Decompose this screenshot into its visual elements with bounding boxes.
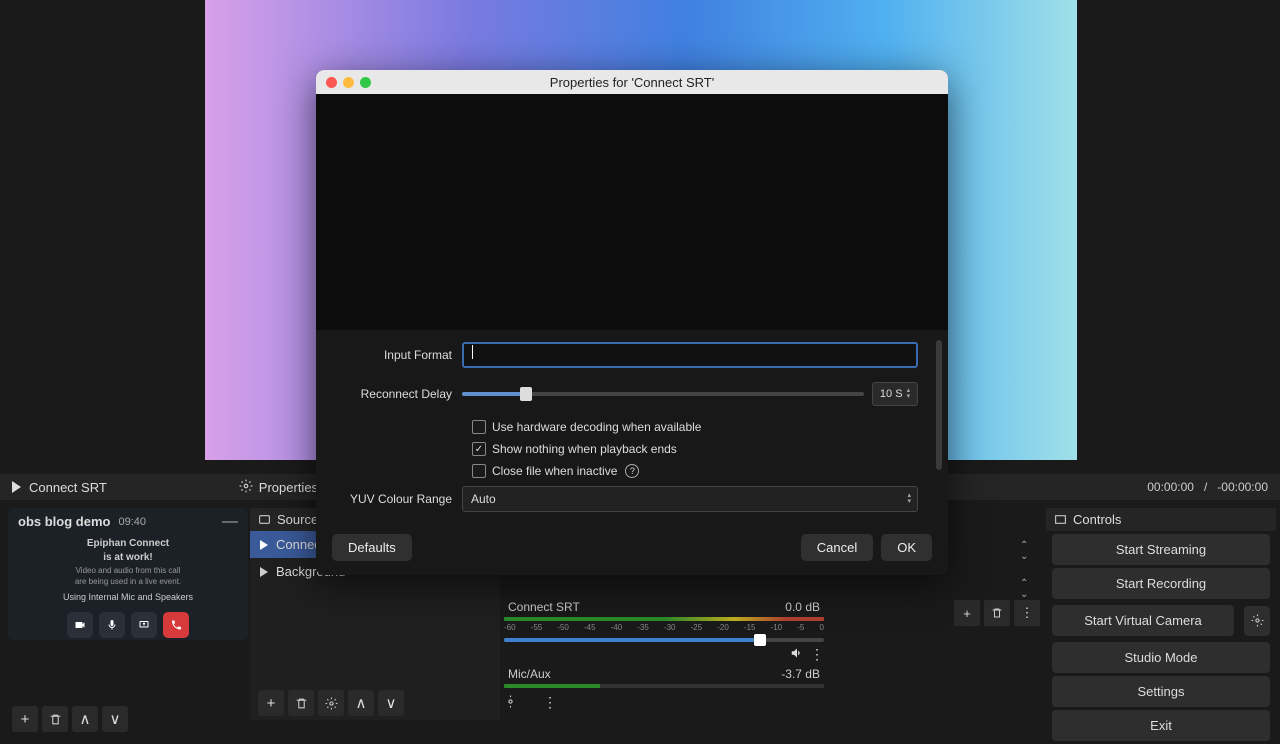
virtual-camera-settings-button[interactable] xyxy=(1244,606,1270,636)
titlebar[interactable]: Properties for 'Connect SRT' xyxy=(316,70,948,94)
kebab-icon[interactable]: ⋮ xyxy=(543,694,557,711)
mixer-ch-db: -3.7 dB xyxy=(781,667,820,681)
properties-dialog: Properties for 'Connect SRT' Input Forma… xyxy=(316,70,948,575)
play-icon[interactable] xyxy=(12,481,21,493)
controls-header: Controls xyxy=(1073,512,1121,527)
call-time: 09:40 xyxy=(118,516,146,528)
dialog-title: Properties for 'Connect SRT' xyxy=(316,75,948,90)
hw-decoding-checkbox[interactable] xyxy=(472,420,486,434)
meter-ticks: -60-55-50-45-40-35-30-25-20-15-10-50 xyxy=(504,623,824,632)
trash-button[interactable] xyxy=(984,600,1010,626)
controls-dock: Controls Start Streaming Start Recording… xyxy=(1046,508,1276,744)
meter-bar xyxy=(504,617,824,621)
call-line1: Epiphan Connect xyxy=(87,538,169,549)
source-up-button[interactable]: ∧ xyxy=(348,690,374,716)
hw-decoding-label: Use hardware decoding when available xyxy=(492,420,701,434)
scene-transition-controls: + ⋮ xyxy=(944,600,1040,626)
add-button[interactable]: + xyxy=(954,600,980,626)
gear-icon xyxy=(239,479,253,496)
slider-thumb[interactable] xyxy=(520,387,532,401)
exit-button[interactable]: Exit xyxy=(1052,710,1270,741)
delete-source-button[interactable] xyxy=(288,690,314,716)
volume-slider[interactable] xyxy=(504,638,824,642)
mixer-ch-db: 0.0 dB xyxy=(785,600,820,614)
audio-mixer: Connect SRT 0.0 dB -60-55-50-45-40-35-30… xyxy=(504,600,824,720)
ok-button[interactable]: OK xyxy=(881,534,932,561)
call-line3: Video and audio from this call xyxy=(18,565,238,576)
sources-icon xyxy=(258,513,271,526)
mic-button[interactable] xyxy=(99,612,125,638)
kebab-button[interactable]: ⋮ xyxy=(1014,600,1040,626)
time-current: 00:00:00 xyxy=(1147,480,1194,494)
source-preview xyxy=(316,94,948,330)
scene-down-button[interactable]: ∨ xyxy=(102,706,128,732)
close-inactive-checkbox[interactable] xyxy=(472,464,486,478)
call-line4: are being used in a live event. xyxy=(18,576,238,587)
scene-up-button[interactable]: ∧ xyxy=(72,706,98,732)
time-sep: / xyxy=(1204,480,1207,494)
source-settings-button[interactable] xyxy=(318,690,344,716)
mixer-ch-name: Mic/Aux xyxy=(508,667,551,681)
play-icon xyxy=(260,567,268,577)
help-icon[interactable]: ? xyxy=(625,464,639,478)
source-down-button[interactable]: ∨ xyxy=(378,690,404,716)
call-title: obs blog demo xyxy=(18,514,110,529)
input-format-label: Input Format xyxy=(346,348,462,362)
reconnect-delay-label: Reconnect Delay xyxy=(346,387,462,401)
controls-icon xyxy=(1054,513,1067,526)
reconnect-delay-slider[interactable] xyxy=(462,392,864,396)
call-window: obs blog demo 09:40 — Epiphan Connect is… xyxy=(8,508,248,640)
chevron-up-icon[interactable]: ⌃⌄ xyxy=(1020,540,1028,562)
studio-mode-button[interactable]: Studio Mode xyxy=(1052,642,1270,673)
call-line5: Using Internal Mic and Speakers xyxy=(18,591,238,604)
toolbar-source-name: Connect SRT xyxy=(29,480,107,495)
show-nothing-label: Show nothing when playback ends xyxy=(492,442,677,456)
mixer-ch-name: Connect SRT xyxy=(508,600,580,614)
delete-scene-button[interactable] xyxy=(42,706,68,732)
yuv-range-label: YUV Colour Range xyxy=(346,492,462,506)
reconnect-delay-spinbox[interactable]: 10 S ▴▾ xyxy=(872,382,918,406)
kebab-icon[interactable]: ⋮ xyxy=(810,646,824,663)
gear-icon[interactable] xyxy=(504,695,517,711)
start-virtual-camera-button[interactable]: Start Virtual Camera xyxy=(1052,605,1234,636)
input-format-field[interactable] xyxy=(462,342,918,368)
cancel-button[interactable]: Cancel xyxy=(801,534,873,561)
scrollbar[interactable] xyxy=(936,340,942,470)
hangup-button[interactable] xyxy=(163,612,189,638)
start-recording-button[interactable]: Start Recording xyxy=(1052,568,1270,599)
share-button[interactable] xyxy=(131,612,157,638)
play-icon xyxy=(260,540,268,550)
yuv-range-select[interactable]: Auto ▴▾ xyxy=(462,486,918,512)
show-nothing-checkbox[interactable] xyxy=(472,442,486,456)
add-source-button[interactable]: + xyxy=(258,690,284,716)
minimize-button[interactable]: — xyxy=(222,517,238,527)
call-line2: is at work! xyxy=(103,552,152,563)
meter-bar xyxy=(504,684,824,688)
camera-button[interactable] xyxy=(67,612,93,638)
start-streaming-button[interactable]: Start Streaming xyxy=(1052,534,1270,565)
properties-button[interactable]: Properties xyxy=(259,480,318,495)
speaker-icon[interactable] xyxy=(790,646,804,663)
settings-button[interactable]: Settings xyxy=(1052,676,1270,707)
defaults-button[interactable]: Defaults xyxy=(332,534,412,561)
time-remaining: -00:00:00 xyxy=(1217,480,1268,494)
close-inactive-label: Close file when inactive xyxy=(492,464,617,478)
add-scene-button[interactable]: + xyxy=(12,706,38,732)
chevron-up-icon[interactable]: ⌃⌄ xyxy=(1020,578,1028,600)
